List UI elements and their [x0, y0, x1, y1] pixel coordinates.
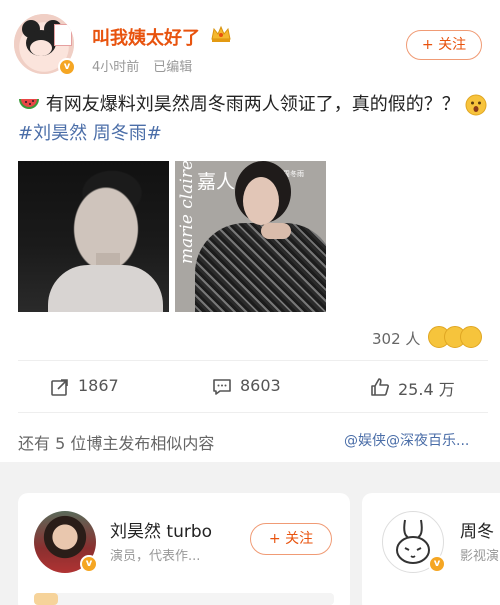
verified-icon: v — [428, 555, 446, 573]
recommend-card[interactable]: v 刘昊然 turbo 演员，代表作... + 关注 — [18, 493, 350, 605]
divider — [18, 412, 488, 413]
post-image-2[interactable]: 嘉人 marie claire 周冬雨 — [175, 161, 326, 312]
card-footer-accent — [34, 593, 58, 605]
recommend-name[interactable]: 刘昊然 turbo — [110, 517, 212, 542]
image-figure-dress — [195, 223, 326, 312]
avatar-cheek — [30, 40, 52, 56]
post-content: 有网友爆料刘昊然周冬雨两人领证了，真的假的？？ #刘昊然 周冬雨# — [18, 90, 488, 148]
recommend-card[interactable]: v 周冬 影视演 — [362, 493, 500, 605]
post-image-1[interactable] — [18, 161, 169, 312]
image-figure-shirt — [48, 265, 163, 312]
avatar-flag — [54, 24, 72, 46]
image-figure-hand — [261, 223, 291, 239]
post-time: 4小时前 — [92, 60, 140, 75]
card-footer-bar — [34, 593, 334, 605]
magazine-chinese-title: 嘉人 — [197, 171, 236, 193]
like-icon — [371, 378, 389, 396]
similar-content-mentions[interactable]: @娱侠@深夜百乐... — [344, 430, 469, 450]
comment-icon — [213, 379, 231, 395]
user-avatar[interactable]: v — [14, 14, 76, 76]
reaction-count[interactable]: 302 人 — [372, 328, 420, 349]
recommend-desc: 演员，代表作... — [110, 549, 201, 564]
follow-button[interactable]: + 关注 — [250, 523, 332, 555]
shocked-face-icon — [465, 94, 487, 116]
hashtag-link[interactable]: #刘昊然 周冬雨# — [18, 123, 162, 144]
crown-icon — [211, 25, 231, 42]
image-figure-face — [243, 177, 279, 225]
similar-content-text[interactable]: 还有 5 位博主发布相似内容 — [18, 430, 214, 454]
magazine-title: marie claire — [177, 161, 197, 264]
username[interactable]: 叫我姨太好了 — [92, 24, 200, 50]
follow-button[interactable]: + 关注 — [406, 30, 482, 60]
comment-count: 8603 — [240, 376, 281, 395]
recommend-name[interactable]: 周冬 — [460, 517, 494, 542]
weibo-post: v 叫我姨太好了 4小时前 已编辑 + 关注 有网友爆料刘昊然周冬雨两人领证了，真… — [0, 0, 500, 413]
post-meta: 4小时前 已编辑 — [92, 56, 192, 75]
repost-count: 1867 — [78, 376, 119, 395]
like-count: 25.4 万 — [398, 380, 455, 399]
content-text: 有网友爆料刘昊然周冬雨两人领证了，真的假的？？ — [45, 94, 460, 115]
repost-icon — [51, 379, 68, 396]
verified-icon: v — [80, 555, 98, 573]
verified-icon: v — [58, 58, 76, 76]
watermelon-icon — [19, 99, 39, 109]
surprise-emoji-icon — [460, 326, 482, 348]
reaction-emojis[interactable] — [428, 326, 486, 348]
divider — [18, 360, 488, 361]
edited-label[interactable]: 已编辑 — [153, 60, 192, 75]
recommend-desc: 影视演 — [460, 549, 500, 564]
